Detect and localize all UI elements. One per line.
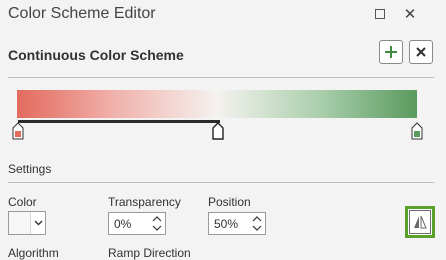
transparency-stepper[interactable]: 0%	[108, 212, 166, 235]
title-bar: Color Scheme Editor ✕	[0, 0, 446, 30]
selected-range-track	[18, 120, 220, 123]
spin-arrows-icon[interactable]	[252, 215, 262, 232]
flip-ramp-button[interactable]	[405, 206, 435, 238]
transparency-label: Transparency	[108, 195, 181, 209]
color-stop-middle[interactable]	[212, 122, 224, 140]
header-divider	[8, 77, 434, 78]
color-ramp-preview	[17, 90, 417, 118]
color-stop-start[interactable]	[12, 122, 24, 140]
color-swatch	[9, 212, 31, 234]
flip-triangle-icon	[414, 215, 427, 229]
x-icon	[416, 47, 426, 57]
add-stop-button[interactable]	[379, 40, 403, 64]
color-stop-end[interactable]	[411, 122, 423, 140]
color-picker[interactable]	[8, 211, 46, 235]
transparency-value: 0%	[114, 217, 132, 231]
window-title: Color Scheme Editor	[8, 5, 156, 22]
maximize-button[interactable]	[369, 4, 391, 24]
restore-icon	[375, 9, 385, 19]
flip-icon-frame	[409, 210, 431, 234]
plus-icon	[385, 46, 397, 58]
ramp-direction-label: Ramp Direction	[108, 246, 191, 260]
remove-stop-button[interactable]	[409, 40, 433, 64]
position-label: Position	[208, 195, 251, 209]
scheme-type-title: Continuous Color Scheme	[8, 47, 184, 63]
close-window-button[interactable]: ✕	[399, 4, 421, 24]
position-stepper[interactable]: 50%	[208, 212, 266, 235]
spin-arrows-icon[interactable]	[152, 215, 162, 232]
position-value: 50%	[214, 217, 239, 231]
settings-divider	[8, 182, 434, 183]
settings-section-label: Settings	[8, 162, 52, 176]
chevron-down-icon	[31, 212, 45, 234]
close-icon: ✕	[403, 6, 417, 23]
algorithm-label: Algorithm	[8, 246, 59, 260]
color-label: Color	[8, 195, 37, 209]
